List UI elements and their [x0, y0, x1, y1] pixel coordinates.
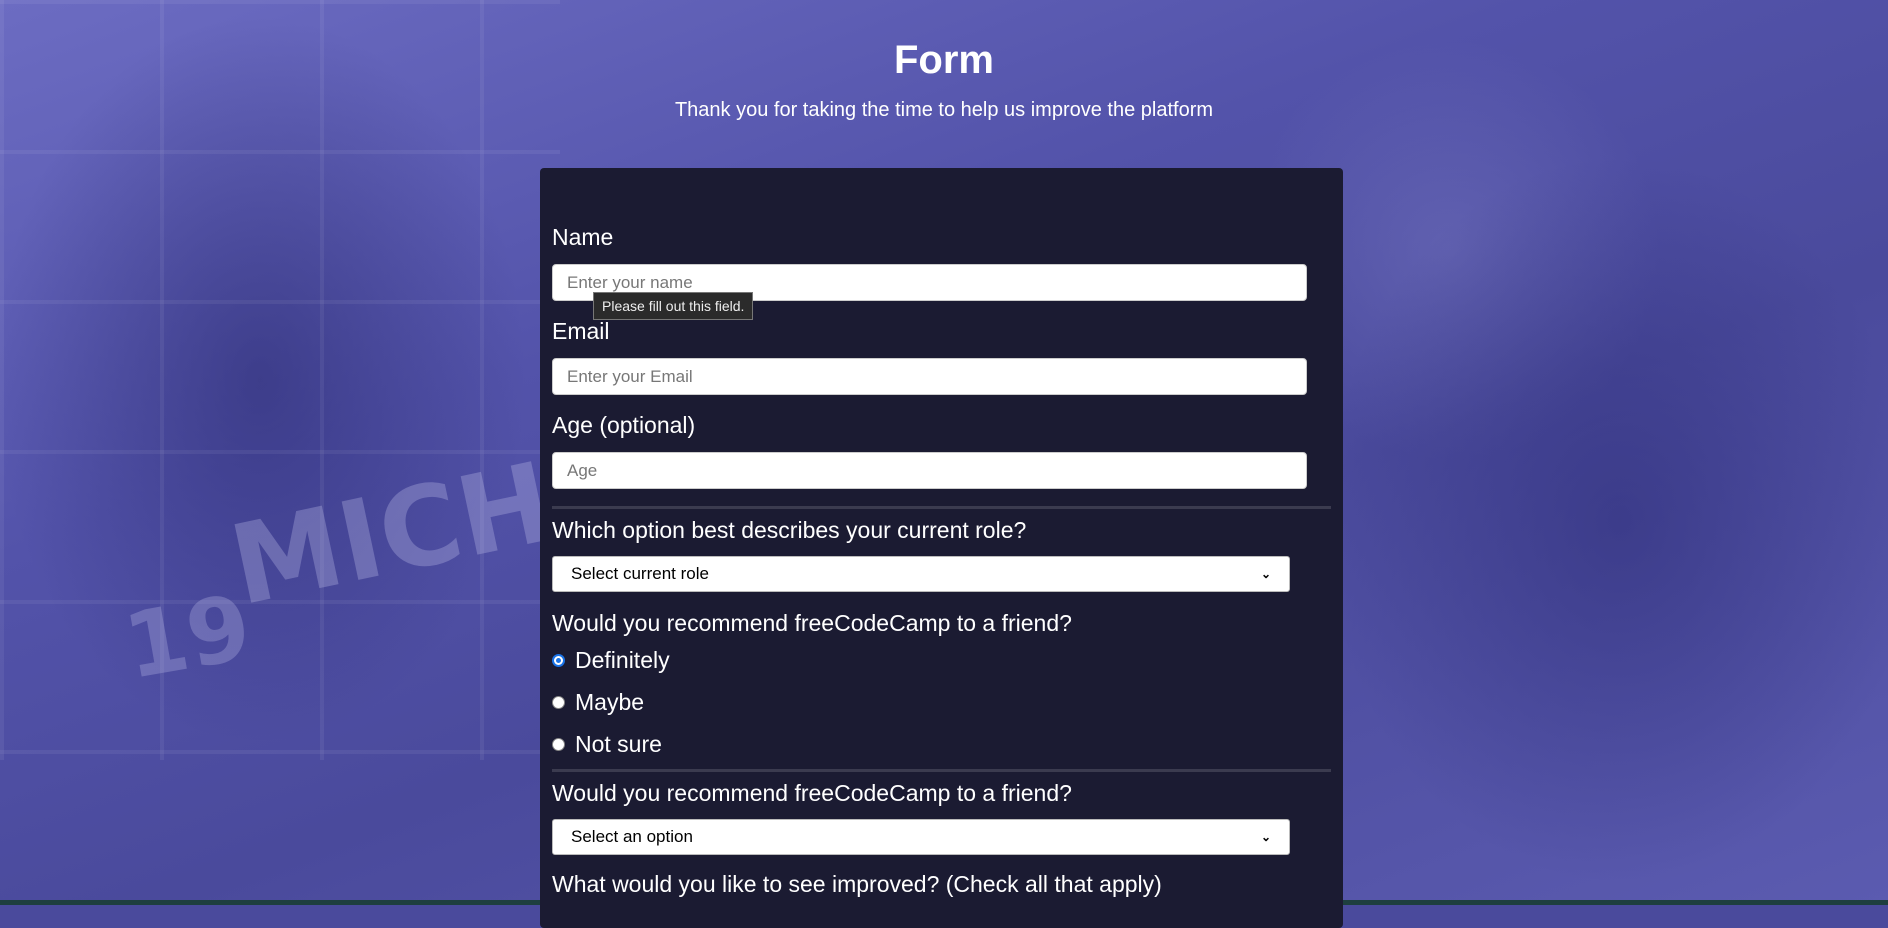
recommend-select-value: Select an option	[571, 827, 693, 846]
recommend-option-maybe[interactable]: Maybe	[552, 681, 1331, 723]
age-label: Age (optional)	[552, 412, 696, 438]
radio-label: Maybe	[575, 688, 645, 715]
role-select-value: Select current role	[571, 564, 709, 583]
survey-form: Name Email Age (optional) Which option b…	[540, 168, 1343, 928]
page-description: Thank you for taking the time to help us…	[674, 99, 1214, 121]
age-input[interactable]	[552, 452, 1307, 489]
chevron-down-icon: ⌄	[1260, 567, 1271, 581]
recommend-option-definitely[interactable]: Definitely	[552, 639, 1331, 681]
chevron-down-icon: ⌄	[1260, 830, 1271, 844]
page-header: Form Thank you for taking the time to he…	[0, 38, 1888, 122]
recommend-select[interactable]: Select an option ⌄	[552, 819, 1290, 855]
role-select[interactable]: Select current role ⌄	[552, 556, 1290, 592]
improve-question: What would you like to see improved? (Ch…	[552, 871, 1162, 897]
recommend-option-not-sure[interactable]: Not sure	[552, 723, 1331, 765]
page-title: Form	[894, 38, 994, 82]
radio-label: Not sure	[575, 730, 662, 757]
validation-tooltip: Please fill out this field.	[593, 292, 754, 320]
radio-checked-icon[interactable]	[552, 653, 565, 667]
background-shirt-number: 19	[116, 574, 259, 701]
recommend-question: Would you recommend freeCodeCamp to a fr…	[552, 610, 1072, 636]
section-divider	[552, 506, 1331, 509]
radio-unchecked-icon[interactable]	[552, 695, 565, 709]
radio-unchecked-icon[interactable]	[552, 737, 565, 751]
email-label: Email	[552, 318, 610, 344]
recommend-select-question: Would you recommend freeCodeCamp to a fr…	[552, 780, 1072, 806]
email-input[interactable]	[552, 358, 1307, 395]
section-divider	[552, 769, 1331, 772]
name-label: Name	[552, 224, 614, 250]
radio-label: Definitely	[575, 646, 670, 673]
role-question: Which option best describes your current…	[552, 517, 1027, 543]
